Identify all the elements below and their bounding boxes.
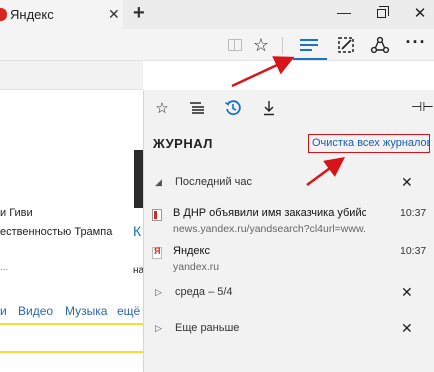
- annotation-arrow: [231, 56, 295, 88]
- favorites-tab-icon[interactable]: ☆: [150, 97, 174, 119]
- hub-icon[interactable]: [298, 34, 320, 56]
- news-headline[interactable]: и Гиви: [0, 207, 33, 219]
- panel-title: ЖУРНАЛ: [153, 136, 213, 151]
- more-options-icon[interactable]: ···: [405, 31, 427, 53]
- news-favicon-icon: [152, 209, 162, 221]
- group-label: среда – 5/4: [175, 286, 233, 298]
- page-header-strip: [0, 61, 143, 90]
- hub-active-indicator: [293, 58, 327, 60]
- group-label: Последний час: [175, 176, 253, 188]
- minimize-button[interactable]: —: [332, 4, 356, 20]
- entry-title: Яндекс: [173, 245, 210, 257]
- browser-tab[interactable]: Яндекс ✕: [0, 0, 123, 29]
- remove-group-icon[interactable]: ✕: [401, 320, 413, 337]
- entry-url: yandex.ru: [173, 261, 220, 273]
- title-bar: Яндекс ✕ + — ✕: [0, 0, 434, 29]
- tab-title: Яндекс: [10, 7, 54, 22]
- toolbar-divider: [282, 37, 283, 54]
- history-group-older[interactable]: ▷ Еще раньше ✕: [144, 320, 434, 342]
- nav-link[interactable]: и: [0, 304, 7, 318]
- entry-title: В ДНР объявили имя заказчика убийства: [173, 207, 366, 219]
- remove-group-icon[interactable]: ✕: [401, 284, 413, 301]
- restore-button[interactable]: [377, 6, 389, 18]
- remove-group-icon[interactable]: ✕: [401, 174, 413, 191]
- expand-caret-icon: ◢: [155, 177, 162, 187]
- entry-time: 10:37: [400, 245, 427, 257]
- reading-list-tab-icon[interactable]: [185, 97, 209, 119]
- address-bar[interactable]: [0, 31, 212, 59]
- tab-close-icon[interactable]: ✕: [108, 6, 120, 23]
- web-note-icon[interactable]: [335, 34, 357, 56]
- pin-panel-icon[interactable]: ⊣⊢: [411, 99, 434, 115]
- history-entry[interactable]: В ДНР объявили имя заказчика убийства ne…: [144, 206, 434, 242]
- group-label: Еще раньше: [175, 322, 240, 334]
- clear-all-history-link[interactable]: Очистка всех журналов: [308, 134, 430, 153]
- entry-url: news.yandex.ru/yandsearch?cl4url=www.k: [173, 223, 366, 235]
- page-ellipsis: ...: [0, 262, 9, 273]
- expand-caret-icon: ▷: [155, 287, 162, 297]
- hub-panel: ☆ ⊣⊢ ЖУРНАЛ Очистка всех журналов ◢ Посл…: [143, 90, 434, 372]
- reading-view-icon[interactable]: [224, 34, 246, 56]
- downloads-tab-icon[interactable]: [257, 97, 281, 119]
- new-tab-button[interactable]: +: [133, 2, 145, 25]
- history-entry[interactable]: Яндекс yandex.ru 10:37: [144, 244, 434, 280]
- expand-caret-icon: ▷: [155, 323, 162, 333]
- nav-link-video[interactable]: Видео: [18, 304, 53, 318]
- news-link[interactable]: К: [133, 223, 141, 239]
- close-window-button[interactable]: ✕: [408, 4, 432, 22]
- favorite-star-icon[interactable]: ☆: [250, 34, 272, 56]
- search-input[interactable]: [0, 323, 143, 353]
- yandex-favicon-icon: [0, 8, 7, 21]
- history-tab-icon[interactable]: [221, 97, 245, 119]
- browser-toolbar: ☆ ···: [0, 29, 434, 61]
- history-group-wednesday[interactable]: ▷ среда – 5/4 ✕: [144, 284, 434, 306]
- news-headline[interactable]: ественностью Трампа: [0, 226, 112, 238]
- nav-link-more[interactable]: ещё: [117, 304, 140, 318]
- yandex-favicon-icon: [152, 246, 162, 259]
- history-group-last-hour[interactable]: ◢ Последний час ✕: [144, 174, 434, 196]
- nav-link-music[interactable]: Музыка: [65, 304, 107, 318]
- entry-time: 10:37: [400, 207, 427, 219]
- news-thumbnail[interactable]: [134, 150, 143, 208]
- share-icon[interactable]: [369, 34, 391, 56]
